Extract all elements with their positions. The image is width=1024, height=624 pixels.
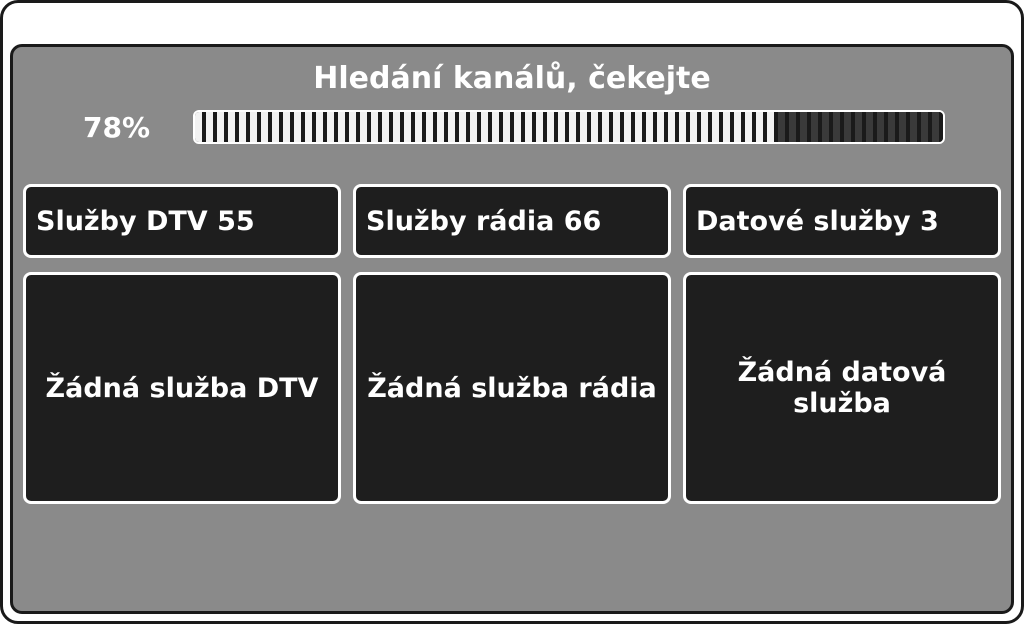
column-data: Datové služby 3 Žádná datová služba (683, 184, 1001, 504)
column-dtv: Služby DTV 55 Žádná služba DTV (23, 184, 341, 504)
page-title: Hledání kanálů, čekejte (23, 61, 1001, 96)
main-panel: Hledání kanálů, čekejte 78% Služby DTV 5… (10, 44, 1014, 614)
progress-fill (195, 112, 778, 142)
window-frame: Hledání kanálů, čekejte 78% Služby DTV 5… (0, 0, 1024, 624)
titlebar (10, 10, 1014, 44)
content-dtv-services: Žádná služba DTV (23, 272, 341, 504)
content-radio-services: Žádná služba rádia (353, 272, 671, 504)
header-dtv-services: Služby DTV 55 (23, 184, 341, 258)
progress-bar (193, 110, 945, 144)
progress-percent-label: 78% (83, 111, 193, 144)
progress-empty (778, 112, 943, 142)
column-radio: Služby rádia 66 Žádná služba rádia (353, 184, 671, 504)
header-data-services: Datové služby 3 (683, 184, 1001, 258)
columns-container: Služby DTV 55 Žádná služba DTV Služby rá… (23, 184, 1001, 504)
progress-row: 78% (23, 110, 1001, 144)
content-data-services: Žádná datová služba (683, 272, 1001, 504)
header-radio-services: Služby rádia 66 (353, 184, 671, 258)
